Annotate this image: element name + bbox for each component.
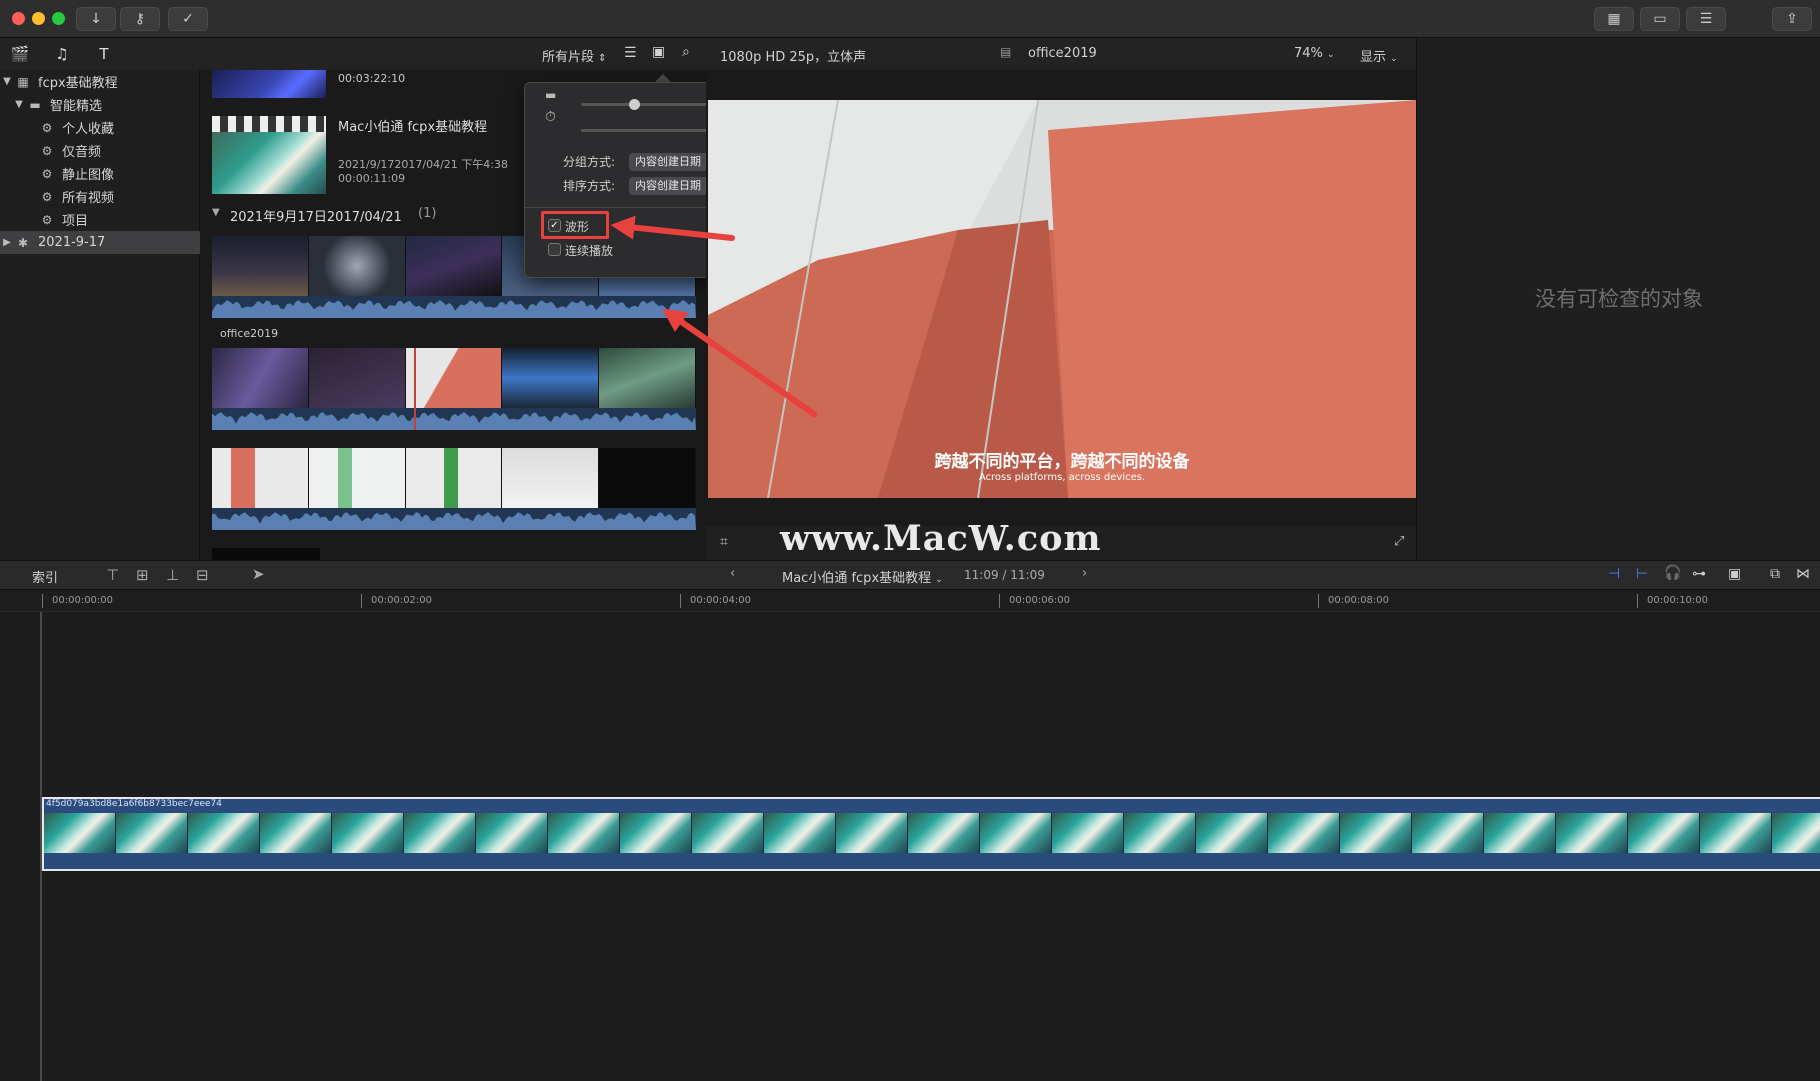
insert-clip-icon[interactable]: ⊞: [136, 566, 149, 584]
arrow-to-waveform: [662, 308, 817, 417]
ruler-label: 00:00:10:00: [1647, 595, 1709, 606]
filmstrip-frame: [116, 813, 188, 853]
filmstrip-frame: [620, 813, 692, 853]
ruler-label: 00:00:00:00: [52, 595, 114, 606]
filmstrip-frame: [332, 813, 404, 853]
filmstrip-frame: [548, 813, 620, 853]
solo-icon[interactable]: ⊶: [1692, 566, 1706, 582]
filmstrip-frame: [1412, 813, 1484, 853]
clip-appearance-icon[interactable]: ▣: [1728, 566, 1741, 582]
timeline-clip[interactable]: 4f5d079a3bd8e1a6f6b8733bec7eee74: [42, 797, 1820, 871]
ruler-label: 00:00:08:00: [1328, 595, 1390, 606]
overwrite-clip-icon[interactable]: ⊟: [196, 566, 209, 584]
connect-clip-icon[interactable]: ⊤: [106, 566, 119, 584]
ruler-label: 00:00:02:00: [371, 595, 433, 606]
timeline-history-icon[interactable]: ⧉: [1770, 566, 1780, 582]
timeline-toolbar: 索引 ⊤ ⊞ ⊥ ⊟ ➤ ‹ Mac小伯通 fcpx基础教程 ⌄ 11:09 /…: [0, 560, 1820, 590]
skimming-icon[interactable]: ⊣: [1608, 566, 1620, 582]
back-chevron-icon[interactable]: ‹: [730, 566, 735, 581]
filmstrip-frame: [1196, 813, 1268, 853]
project-name: Mac小伯通 fcpx基础教程: [782, 571, 932, 586]
filmstrip-frame: [908, 813, 980, 853]
filmstrip-frame: [188, 813, 260, 853]
filmstrip-frame: [1700, 813, 1772, 853]
chevron-down-icon: ⌄: [935, 575, 943, 585]
filmstrip-frame: [692, 813, 764, 853]
filmstrip-frame: [1772, 813, 1820, 853]
index-button[interactable]: 索引: [32, 567, 58, 586]
ruler-tick: [1637, 594, 1638, 608]
split-view-icon[interactable]: ⋈: [1796, 566, 1810, 582]
forward-chevron-icon[interactable]: ›: [1082, 566, 1087, 581]
audio-skimming-icon[interactable]: ⊢: [1636, 566, 1648, 582]
append-clip-icon[interactable]: ⊥: [166, 566, 179, 584]
project-dropdown[interactable]: Mac小伯通 fcpx基础教程 ⌄: [782, 567, 943, 586]
filmstrip-frame: [980, 813, 1052, 853]
headphones-icon[interactable]: 🎧: [1664, 565, 1681, 581]
ruler-label: 00:00:04:00: [690, 595, 752, 606]
filmstrip-frame: [1556, 813, 1628, 853]
filmstrip-frame: [1340, 813, 1412, 853]
select-tool-icon[interactable]: ➤: [252, 565, 265, 583]
ruler-tick: [680, 594, 681, 608]
ruler-tick: [999, 594, 1000, 608]
filmstrip-frame: [1628, 813, 1700, 853]
filmstrip-frame: [836, 813, 908, 853]
filmstrip-frame: [476, 813, 548, 853]
timeline-ruler[interactable]: 00:00:00:00 00:00:02:00 00:00:04:00 00:0…: [0, 590, 1820, 612]
timeline-clip-name: 4f5d079a3bd8e1a6f6b8733bec7eee74: [46, 799, 222, 809]
filmstrip-frame: [764, 813, 836, 853]
ruler-label: 00:00:06:00: [1009, 595, 1071, 606]
ruler-tick: [361, 594, 362, 608]
filmstrip-frame: [1124, 813, 1196, 853]
project-timecode: 11:09 / 11:09: [964, 568, 1045, 582]
arrow-to-waveform-checkbox: [610, 215, 735, 241]
ruler-tick: [1318, 594, 1319, 608]
filmstrip-frame: [44, 813, 116, 853]
filmstrip-frame: [1052, 813, 1124, 853]
filmstrip-frame: [260, 813, 332, 853]
ruler-tick: [42, 594, 43, 608]
timeline-clip-filmstrip: [44, 813, 1820, 853]
filmstrip-frame: [1484, 813, 1556, 853]
filmstrip-frame: [404, 813, 476, 853]
filmstrip-frame: [1268, 813, 1340, 853]
